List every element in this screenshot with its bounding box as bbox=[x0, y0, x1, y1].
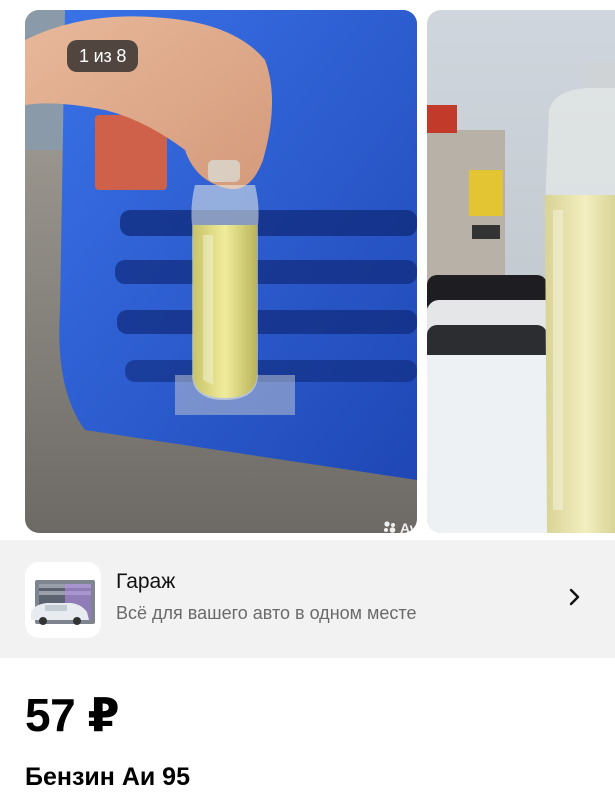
avito-logo-icon bbox=[383, 520, 397, 533]
image-gallery[interactable]: 1 из 8 Avito bbox=[0, 0, 615, 540]
chevron-right-icon[interactable] bbox=[568, 587, 582, 612]
avito-watermark: Avito bbox=[383, 520, 417, 533]
listing-price: 57 ₽ bbox=[25, 689, 119, 741]
listing-title: Бензин Аи 95 bbox=[25, 763, 190, 791]
promo-banner-garage[interactable]: Гараж Всё для вашего авто в одном месте bbox=[0, 540, 615, 658]
photo-counter-badge: 1 из 8 bbox=[67, 40, 139, 72]
photo-1-image bbox=[25, 10, 417, 533]
promo-title: Гараж bbox=[116, 570, 176, 593]
avito-watermark-text: Avito bbox=[400, 520, 417, 533]
photo-2-image bbox=[427, 10, 615, 533]
promo-subtitle: Всё для вашего авто в одном месте bbox=[116, 603, 417, 623]
garage-thumbnail bbox=[25, 562, 101, 638]
listing-photo-1[interactable]: 1 из 8 Avito bbox=[25, 10, 417, 533]
listing-photo-2[interactable] bbox=[427, 10, 615, 533]
